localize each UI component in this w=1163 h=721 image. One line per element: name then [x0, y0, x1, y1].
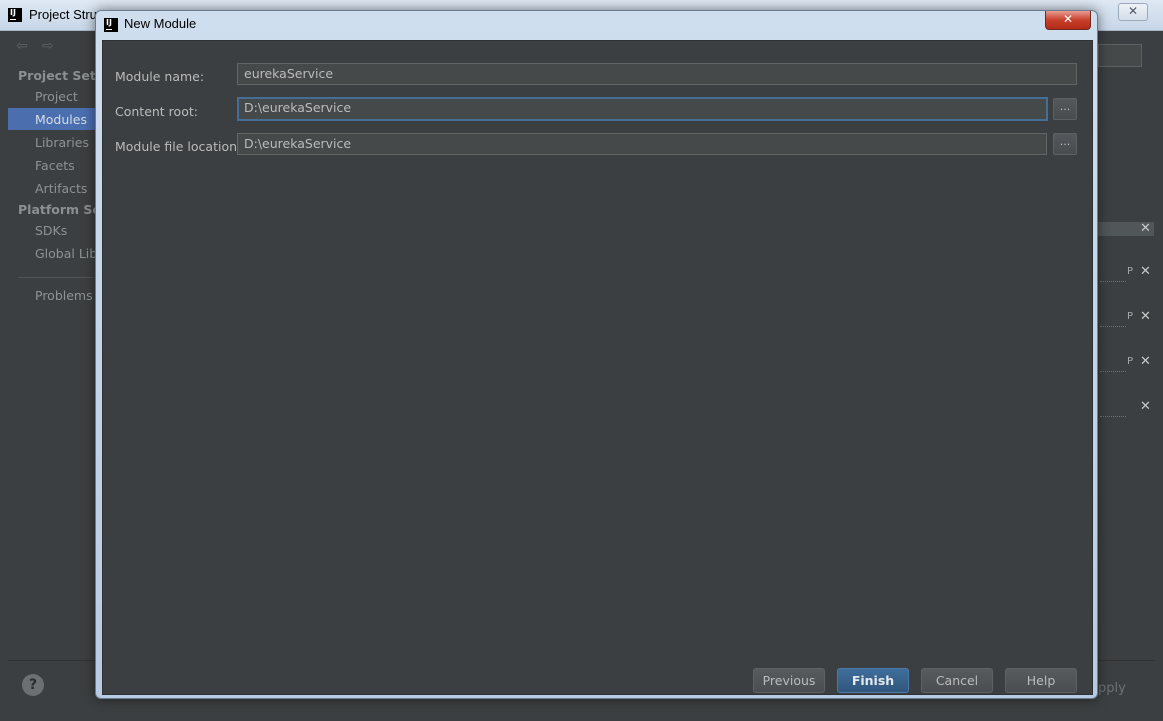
module-file-location-browse-button[interactable]: ...: [1053, 133, 1077, 155]
dialog-close-button[interactable]: ✕: [1045, 11, 1091, 30]
previous-button[interactable]: Previous: [753, 668, 825, 693]
platform-settings-heading: Platform Set: [18, 202, 107, 217]
sidebar-item-sdks[interactable]: SDKs: [35, 223, 67, 238]
new-module-dialog: IJ New Module ✕ Module name: eurekaServi…: [95, 10, 1098, 699]
apply-button[interactable]: pply: [1098, 677, 1140, 701]
package-prefix-icon[interactable]: P: [1127, 356, 1133, 367]
sidebar-item-artifacts[interactable]: Artifacts: [35, 181, 87, 196]
project-structure-title: Project Stru: [29, 7, 97, 22]
sidebar-item-libraries[interactable]: Libraries: [35, 135, 89, 150]
search-input[interactable]: [1098, 44, 1142, 67]
folder-list-separator: [1100, 371, 1126, 372]
help-icon[interactable]: ?: [22, 674, 44, 696]
sidebar-item-project[interactable]: Project: [35, 89, 78, 104]
intellij-logo-icon: IJ: [104, 18, 118, 32]
content-root-label: Content root:: [115, 104, 198, 119]
project-settings-heading: Project Setti: [18, 68, 107, 83]
folder-list-separator: [1100, 326, 1126, 327]
module-name-label: Module name:: [115, 69, 205, 84]
remove-folder-icon[interactable]: ✕: [1140, 309, 1151, 324]
sidebar-item-facets[interactable]: Facets: [35, 158, 75, 173]
content-root-field[interactable]: D:\eurekaService: [237, 97, 1048, 121]
close-icon[interactable]: ✕: [1118, 3, 1148, 21]
sidebar-item-modules[interactable]: Modules: [8, 108, 98, 130]
sidebar-item-label: Modules: [35, 112, 87, 127]
sidebar-divider: [18, 277, 96, 278]
help-button[interactable]: Help: [1005, 668, 1077, 693]
dialog-title: New Module: [124, 16, 197, 31]
package-prefix-icon[interactable]: P: [1127, 266, 1133, 277]
cancel-button[interactable]: Cancel: [921, 668, 993, 693]
sidebar-item-problems[interactable]: Problems: [35, 288, 93, 303]
folder-list-separator: [1100, 416, 1126, 417]
sidebar-item-global-libraries[interactable]: Global Lib: [35, 246, 97, 261]
remove-folder-icon[interactable]: ✕: [1140, 354, 1151, 369]
remove-content-root-icon[interactable]: ✕: [1140, 221, 1151, 236]
forward-arrow-icon[interactable]: ⇨: [42, 38, 54, 54]
module-file-location-label: Module file location:: [115, 139, 242, 154]
module-file-location-field[interactable]: D:\eurekaService: [237, 133, 1047, 155]
content-root-browse-button[interactable]: ...: [1053, 98, 1077, 120]
package-prefix-icon[interactable]: P: [1127, 311, 1133, 322]
remove-folder-icon[interactable]: ✕: [1140, 264, 1151, 279]
back-arrow-icon[interactable]: ⇦: [16, 38, 28, 54]
remove-folder-icon[interactable]: ✕: [1140, 399, 1151, 414]
finish-button[interactable]: Finish: [837, 668, 909, 693]
intellij-logo-icon: IJ: [8, 8, 22, 22]
module-name-field[interactable]: eurekaService: [237, 63, 1077, 85]
dialog-content: Module name: eurekaService Content root:…: [102, 40, 1093, 695]
folder-list-separator: [1100, 281, 1126, 282]
